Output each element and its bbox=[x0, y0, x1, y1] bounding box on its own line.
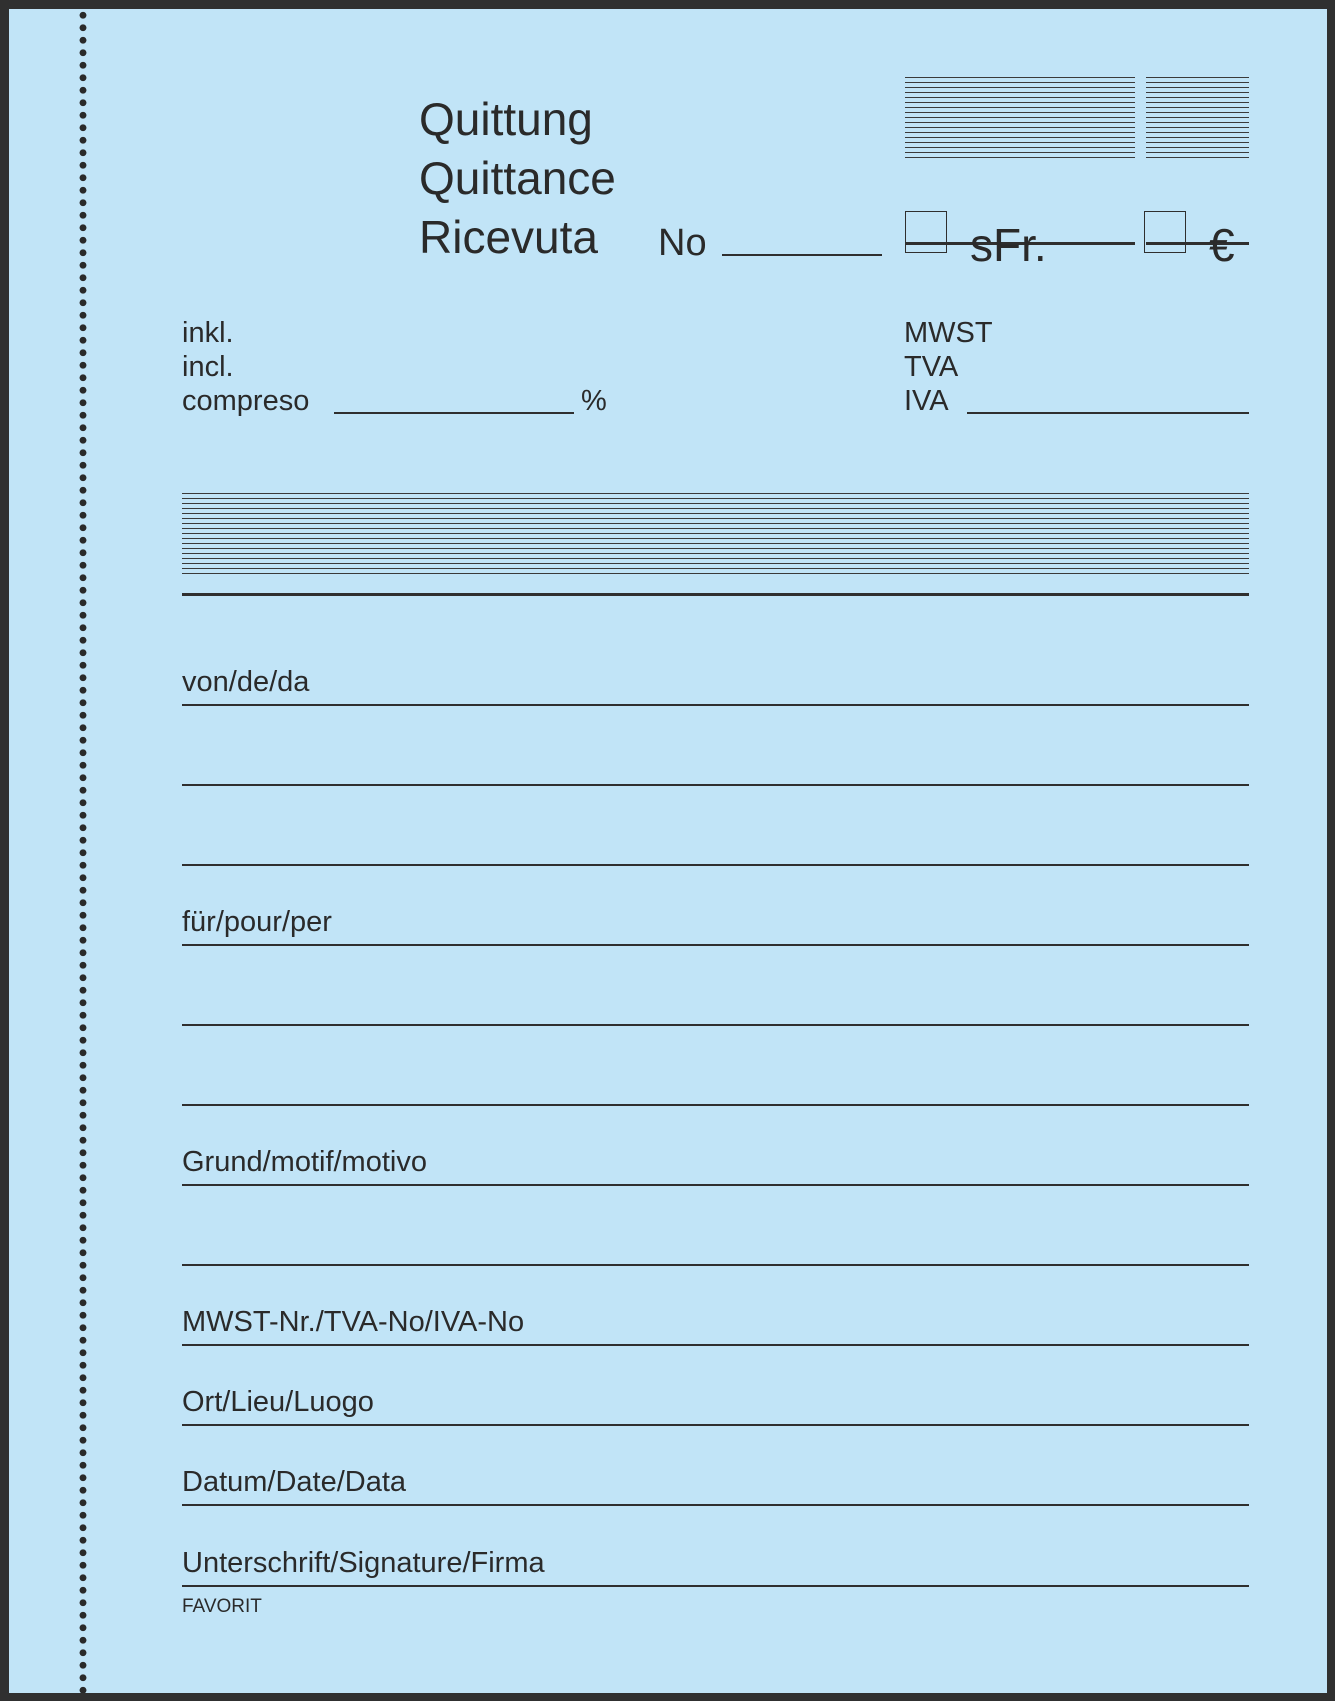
ruling-line bbox=[1146, 137, 1249, 138]
ruling-line bbox=[1146, 87, 1249, 88]
ruling-line bbox=[905, 77, 1135, 78]
ruling-line bbox=[905, 127, 1135, 128]
perforation-edge bbox=[78, 9, 88, 1693]
ruling-line bbox=[182, 573, 1249, 574]
number-label: No bbox=[658, 222, 707, 264]
ruling-line bbox=[905, 147, 1135, 148]
ruling-line bbox=[905, 92, 1135, 93]
ruling-line bbox=[905, 97, 1135, 98]
amount-field-cents[interactable] bbox=[1146, 77, 1249, 245]
ruling-line bbox=[1146, 132, 1249, 133]
ruling-line bbox=[1146, 152, 1249, 153]
checkbox-eur[interactable] bbox=[1144, 211, 1186, 253]
receipt-form: Quittung Quittance Ricevuta No sFr. € in… bbox=[9, 9, 1327, 1693]
ruling-line bbox=[1146, 142, 1249, 143]
amount-field-chf[interactable] bbox=[905, 77, 1135, 245]
from-label: von/de/da bbox=[182, 666, 310, 698]
vat-label-de: MWST bbox=[904, 317, 993, 349]
ruling-line bbox=[182, 553, 1249, 554]
for-line-1[interactable] bbox=[182, 944, 1249, 946]
ruling-line bbox=[182, 533, 1249, 534]
ruling-line bbox=[905, 122, 1135, 123]
vat-label-fr: TVA bbox=[904, 351, 959, 383]
ruling-line bbox=[905, 117, 1135, 118]
incl-label-fr: incl. bbox=[182, 351, 234, 383]
signature-label: Unterschrift/Signature/Firma bbox=[182, 1547, 545, 1579]
ruling-line bbox=[905, 112, 1135, 113]
ruling-line bbox=[182, 528, 1249, 529]
place-label: Ort/Lieu/Luogo bbox=[182, 1386, 374, 1418]
ruling-line bbox=[182, 538, 1249, 539]
number-field[interactable] bbox=[722, 254, 882, 256]
vat-number-line[interactable] bbox=[182, 1344, 1249, 1346]
date-line[interactable] bbox=[182, 1504, 1249, 1506]
ruling-line bbox=[905, 82, 1135, 83]
currency-eur-label: € bbox=[1209, 219, 1235, 271]
ruling-line bbox=[182, 523, 1249, 524]
vat-amount-field[interactable] bbox=[967, 412, 1249, 414]
ruling-line bbox=[1146, 97, 1249, 98]
for-label: für/pour/per bbox=[182, 906, 332, 938]
for-line-2[interactable] bbox=[182, 1024, 1249, 1026]
ruling-line bbox=[905, 132, 1135, 133]
ruling-line bbox=[905, 137, 1135, 138]
ruling-line bbox=[182, 508, 1249, 509]
ruling-line bbox=[1146, 147, 1249, 148]
ruling-line bbox=[182, 518, 1249, 519]
reason-label: Grund/motif/motivo bbox=[182, 1146, 427, 1178]
signature-line[interactable] bbox=[182, 1585, 1249, 1587]
title-german: Quittung bbox=[419, 93, 593, 145]
brand-label: FAVORIT bbox=[182, 1596, 262, 1617]
ruling-line bbox=[905, 87, 1135, 88]
vat-number-label: MWST-Nr./TVA-No/IVA-No bbox=[182, 1306, 525, 1338]
ruling-line bbox=[1146, 77, 1249, 78]
ruling-line bbox=[182, 558, 1249, 559]
ruling-line bbox=[1146, 157, 1249, 158]
vat-label-it: IVA bbox=[904, 385, 949, 417]
ruling-line bbox=[1146, 82, 1249, 83]
ruling-line bbox=[905, 102, 1135, 103]
incl-label-de: inkl. bbox=[182, 317, 234, 349]
ruling-line bbox=[1146, 127, 1249, 128]
ruling-line bbox=[1146, 117, 1249, 118]
ruling-line bbox=[182, 568, 1249, 569]
ruling-line bbox=[182, 493, 1249, 494]
ruling-line bbox=[905, 152, 1135, 153]
place-line[interactable] bbox=[182, 1424, 1249, 1426]
ruling-line bbox=[182, 513, 1249, 514]
ruling-line bbox=[1146, 122, 1249, 123]
from-line-1[interactable] bbox=[182, 704, 1249, 706]
ruling-line bbox=[182, 503, 1249, 504]
date-label: Datum/Date/Data bbox=[182, 1466, 407, 1498]
ruling-baseline bbox=[182, 593, 1249, 596]
from-line-2[interactable] bbox=[182, 784, 1249, 786]
ruling-line bbox=[1146, 92, 1249, 93]
ruling-line bbox=[182, 563, 1249, 564]
ruling-line bbox=[905, 142, 1135, 143]
ruling-line bbox=[182, 543, 1249, 544]
from-line-3[interactable] bbox=[182, 864, 1249, 866]
checkbox-chf[interactable] bbox=[905, 211, 947, 253]
percent-sign: % bbox=[581, 385, 607, 417]
reason-line-2[interactable] bbox=[182, 1264, 1249, 1266]
ruling-line bbox=[1146, 107, 1249, 108]
amount-in-words-field[interactable] bbox=[182, 493, 1249, 596]
ruling-line bbox=[1146, 102, 1249, 103]
ruling-line bbox=[182, 548, 1249, 549]
ruling-line bbox=[1146, 112, 1249, 113]
title-italian: Ricevuta bbox=[419, 211, 598, 263]
title-french: Quittance bbox=[419, 152, 616, 204]
incl-label-it: compreso bbox=[182, 385, 310, 417]
vat-rate-field[interactable] bbox=[334, 412, 574, 414]
ruling-line bbox=[905, 107, 1135, 108]
ruling-line bbox=[905, 157, 1135, 158]
for-line-3[interactable] bbox=[182, 1104, 1249, 1106]
reason-line-1[interactable] bbox=[182, 1184, 1249, 1186]
ruling-line bbox=[182, 498, 1249, 499]
currency-chf-label: sFr. bbox=[970, 219, 1047, 271]
